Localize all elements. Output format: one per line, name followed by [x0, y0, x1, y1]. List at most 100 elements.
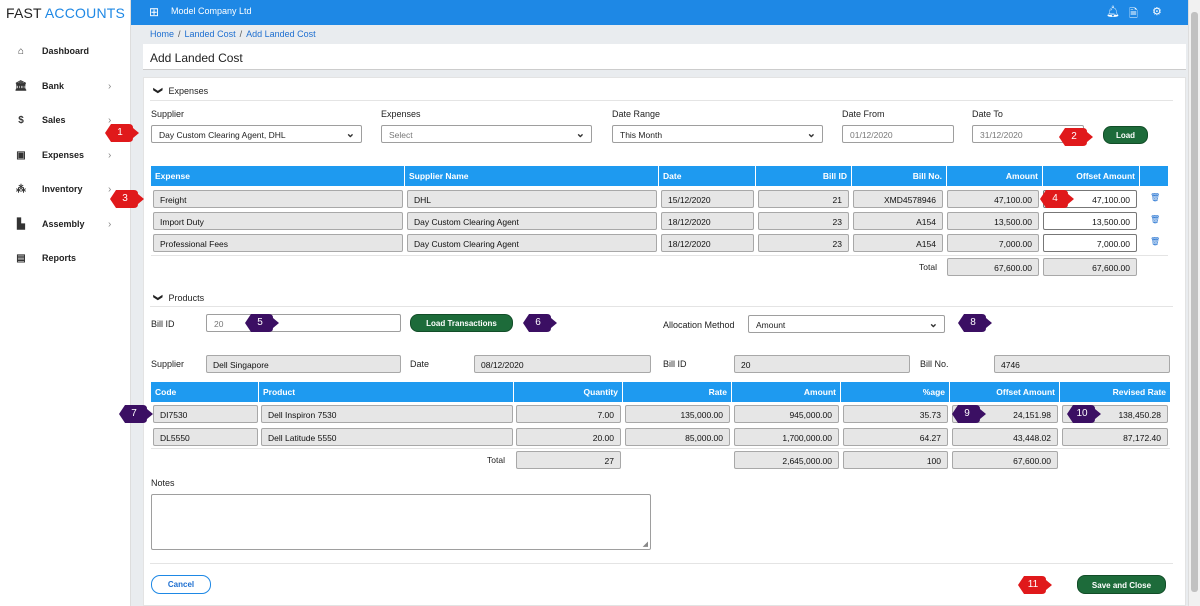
document-search-icon[interactable]: 🗎	[1129, 5, 1138, 24]
bank-icon: 🏛	[14, 80, 28, 92]
cash-icon: ▣	[16, 149, 26, 161]
allocation-method-select[interactable]: Amount ⌄	[748, 315, 945, 333]
percentage-cell: 35.73	[843, 405, 948, 423]
info-date-value: 08/12/2020	[474, 355, 651, 373]
expense-cell: Freight	[153, 190, 403, 208]
load-transactions-button[interactable]: Load Transactions	[410, 314, 513, 332]
column-header-expense[interactable]: Expense	[151, 166, 405, 186]
load-button[interactable]: Load	[1103, 126, 1148, 144]
sidebar-item-dashboard[interactable]: ⌂ Dashboard	[0, 41, 131, 61]
page-title: Add Landed Cost	[150, 51, 243, 65]
date-range-select[interactable]: This Month ⌄	[612, 125, 823, 143]
expenses-select[interactable]: Select ⌄	[381, 125, 592, 143]
bill-id-cell: 21	[758, 190, 849, 208]
annotation-marker: 10	[1065, 404, 1103, 424]
home-icon: ⌂	[17, 45, 25, 57]
percentage-cell: 64.27	[843, 428, 948, 446]
products-total-offset: 67,600.00	[952, 451, 1058, 469]
chevron-down-icon: ⌄	[928, 318, 938, 330]
divider	[150, 306, 1173, 307]
divider	[150, 563, 1173, 564]
products-table-header: Code Product Quantity Rate Amount %age O…	[151, 382, 1170, 402]
column-header-code[interactable]: Code	[151, 382, 259, 402]
column-header-supplier-name[interactable]: Supplier Name	[405, 166, 659, 186]
supplier-cell: DHL	[407, 190, 657, 208]
save-and-close-button[interactable]: Save and Close	[1077, 575, 1166, 594]
gear-icon[interactable]: ⚙	[1152, 5, 1162, 18]
chevron-down-icon: ⌄	[345, 128, 355, 140]
annotation-marker: 4	[1038, 189, 1076, 209]
expenses-total-label: Total	[919, 262, 937, 272]
column-header-percentage[interactable]: %age	[841, 382, 950, 402]
boxes-icon: ⁂	[16, 183, 26, 195]
date-from-input[interactable]: 01/12/2020	[842, 125, 954, 143]
scrollbar-thumb[interactable]	[1191, 12, 1198, 592]
breadcrumb-current[interactable]: Add Landed Cost	[246, 29, 316, 39]
sidebar-item-assembly[interactable]: ▙ Assembly ›	[0, 214, 131, 234]
column-header-quantity[interactable]: Quantity	[514, 382, 623, 402]
column-header-date[interactable]: Date	[659, 166, 756, 186]
info-supplier-value: Dell Singapore	[206, 355, 401, 373]
bill-id-cell: 23	[758, 212, 849, 230]
bill-no-cell: A154	[853, 234, 943, 252]
annotation-marker: 8	[956, 313, 994, 333]
offset-amount-input[interactable]: 7,000.00	[1043, 234, 1137, 252]
rate-cell: 135,000.00	[625, 405, 730, 423]
column-header-amount[interactable]: Amount	[732, 382, 841, 402]
expense-cell: Professional Fees	[153, 234, 403, 252]
products-total-amount: 2,645,000.00	[734, 451, 839, 469]
chevron-down-icon: ❯	[153, 293, 164, 302]
annotation-marker: 11	[1016, 575, 1054, 595]
annotation-marker: 3	[108, 189, 146, 209]
trash-icon[interactable]: 🗑	[1150, 237, 1160, 246]
column-header-amount[interactable]: Amount	[947, 166, 1043, 186]
date-cell: 18/12/2020	[661, 234, 754, 252]
supplier-cell: Day Custom Clearing Agent	[407, 212, 657, 230]
expenses-total-offset: 67,600.00	[1043, 258, 1137, 276]
date-from-label: Date From	[842, 109, 885, 119]
quantity-cell: 20.00	[516, 428, 621, 446]
chevron-down-icon: ⌄	[806, 128, 816, 140]
offset-amount-input[interactable]: 13,500.00	[1043, 212, 1137, 230]
code-cell: DI7530	[153, 405, 258, 423]
expenses-table-header: Expense Supplier Name Date Bill ID Bill …	[151, 166, 1168, 186]
breadcrumb-home[interactable]: Home	[150, 29, 174, 39]
trash-icon[interactable]: 🗑	[1150, 193, 1160, 202]
sidebar-item-bank[interactable]: 🏛 Bank ›	[0, 76, 131, 96]
product-cell: Dell Inspiron 7530	[261, 405, 513, 423]
supplier-select[interactable]: Day Custom Clearing Agent, DHL ⌄	[151, 125, 362, 143]
date-range-label: Date Range	[612, 109, 661, 119]
bell-icon[interactable]: 🔔︎	[1106, 5, 1120, 18]
vertical-scrollbar[interactable]	[1188, 0, 1200, 606]
column-header-offset-amount[interactable]: Offset Amount	[1043, 166, 1140, 186]
column-header-rate[interactable]: Rate	[623, 382, 732, 402]
company-name[interactable]: Model Company Ltd	[171, 6, 252, 16]
notes-textarea[interactable]: ◢	[151, 494, 651, 550]
column-header-offset-amount[interactable]: Offset Amount	[950, 382, 1060, 402]
products-total-label: Total	[487, 455, 505, 465]
products-section-header[interactable]: ❯ Products	[153, 292, 204, 303]
info-bill-no-label: Bill No.	[920, 359, 949, 369]
trash-icon[interactable]: 🗑	[1150, 215, 1160, 224]
supplier-label: Supplier	[151, 109, 185, 119]
expenses-section-header[interactable]: ❯ Expenses	[153, 85, 208, 96]
apps-grid-icon[interactable]: ⊞	[149, 5, 159, 19]
dollar-icon: $	[18, 114, 24, 126]
top-bar: ⊞ Model Company Ltd 🔔︎ 🗎 ⚙	[131, 0, 1188, 25]
app-logo[interactable]: FAST ACCOUNTS	[0, 0, 130, 25]
chevron-right-icon: ›	[108, 218, 112, 230]
bill-id-input[interactable]: 20	[206, 314, 401, 332]
column-header-bill-id[interactable]: Bill ID	[756, 166, 852, 186]
resize-grip-icon[interactable]: ◢	[643, 540, 648, 548]
column-header-bill-no[interactable]: Bill No.	[852, 166, 947, 186]
divider	[151, 255, 1168, 256]
cancel-button[interactable]: Cancel	[151, 575, 211, 594]
chevron-right-icon: ›	[108, 149, 112, 161]
column-header-product[interactable]: Product	[259, 382, 514, 402]
column-header-revised-rate[interactable]: Revised Rate	[1060, 382, 1170, 402]
bill-no-cell: XMD4578946	[853, 190, 943, 208]
sidebar-item-reports[interactable]: ▤ Reports	[0, 248, 131, 268]
sidebar-item-expenses[interactable]: ▣ Expenses ›	[0, 145, 131, 165]
date-cell: 18/12/2020	[661, 212, 754, 230]
breadcrumb-landed-cost[interactable]: Landed Cost	[185, 29, 236, 39]
